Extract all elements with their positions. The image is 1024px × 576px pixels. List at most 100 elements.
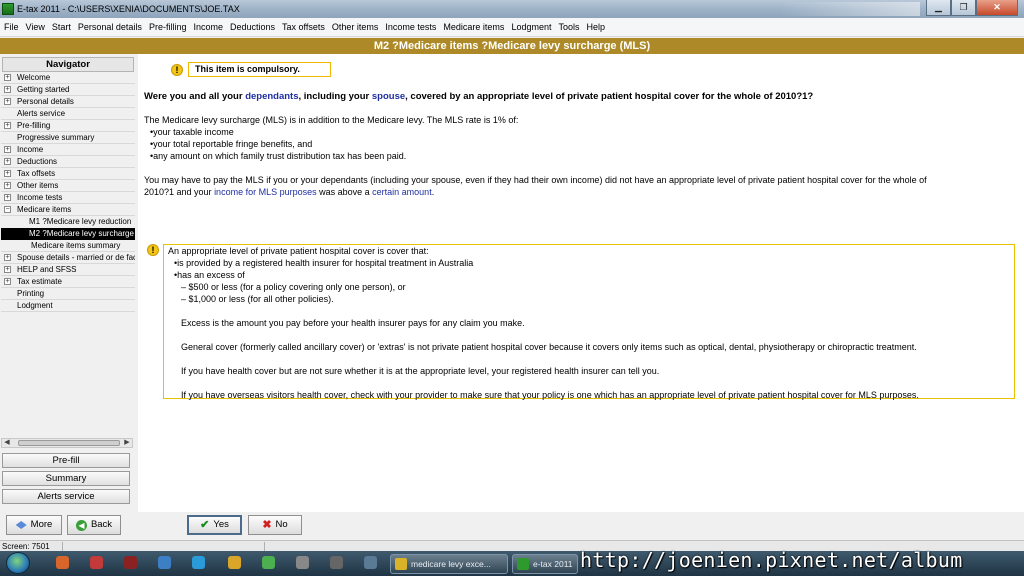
- info-excess-text: Excess is the amount you pay before your…: [181, 318, 525, 328]
- video-app-icon[interactable]: [124, 556, 137, 569]
- nav-item-progressive-summary[interactable]: Progressive summary: [1, 132, 135, 144]
- spouse-link[interactable]: spouse: [372, 91, 405, 102]
- menu-income[interactable]: Income: [193, 22, 223, 32]
- explorer-folder-icon[interactable]: [228, 556, 241, 569]
- yes-button[interactable]: ✔ Yes: [187, 515, 242, 535]
- nav-item-personal-details[interactable]: + Personal details: [1, 96, 135, 108]
- nav-item-other-items[interactable]: + Other items: [1, 180, 135, 192]
- navigator-horizontal-scrollbar[interactable]: ◀ ▶: [1, 438, 133, 448]
- window-controls: ▁ ❐ ✕: [926, 0, 1018, 16]
- expand-icon[interactable]: +: [4, 98, 11, 105]
- pre-fill-button[interactable]: Pre-fill: [2, 453, 130, 468]
- menu-other-items[interactable]: Other items: [332, 22, 379, 32]
- expand-icon[interactable]: +: [4, 194, 11, 201]
- pay-mls-line: You may have to pay the MLS if you or yo…: [144, 175, 927, 185]
- firefox-icon[interactable]: [56, 556, 69, 569]
- main-content: ! This item is compulsory. Were you and …: [138, 54, 1024, 512]
- expand-icon[interactable]: +: [4, 254, 11, 261]
- nav-item-income-tests[interactable]: + Income tests: [1, 192, 135, 204]
- dependants-link[interactable]: dependants: [245, 91, 298, 102]
- menu-income-tests[interactable]: Income tests: [385, 22, 436, 32]
- income-for-mls-purposes-link[interactable]: income for MLS purposes: [214, 187, 317, 197]
- close-button[interactable]: ✕: [976, 0, 1018, 16]
- nav-item-lodgment[interactable]: Lodgment: [1, 300, 135, 312]
- summary-button[interactable]: Summary: [2, 471, 130, 486]
- skype-icon[interactable]: [192, 556, 205, 569]
- back-button[interactable]: ◀ Back: [67, 515, 121, 535]
- document-icon: [395, 558, 407, 570]
- nav-item-label: Other items: [17, 181, 59, 190]
- nav-item-m2-medicare-levy-surcharge[interactable]: M2 ?Medicare levy surcharge: [1, 228, 135, 240]
- menu-deductions[interactable]: Deductions: [230, 22, 275, 32]
- nav-item-welcome[interactable]: + Welcome: [1, 72, 135, 84]
- info-bullet-text: is provided by a registered health insur…: [177, 258, 474, 268]
- nav-item-spouse-details[interactable]: + Spouse details - married or de facto: [1, 252, 135, 264]
- question-part: Were you and all your: [144, 91, 246, 102]
- maximize-button[interactable]: ❐: [951, 0, 976, 16]
- nav-item-tax-estimate[interactable]: + Tax estimate: [1, 276, 135, 288]
- back-label: Back: [90, 519, 113, 530]
- menu-medicare-items[interactable]: Medicare items: [443, 22, 504, 32]
- nav-item-label: Welcome: [17, 73, 51, 82]
- nav-item-medicare-items-summary[interactable]: Medicare items summary: [1, 240, 135, 252]
- menu-view[interactable]: View: [26, 22, 45, 32]
- expand-icon[interactable]: +: [4, 86, 11, 93]
- navigator-tree: + Welcome + Getting started + Personal deta…: [1, 72, 135, 312]
- info-warning-icon: !: [147, 244, 159, 256]
- menu-tax-offsets[interactable]: Tax offsets: [282, 22, 325, 32]
- media-app-icon[interactable]: [90, 556, 103, 569]
- menu-personal-details[interactable]: Personal details: [78, 22, 142, 32]
- nav-item-income[interactable]: + Income: [1, 144, 135, 156]
- expand-icon[interactable]: +: [4, 74, 11, 81]
- scroll-right-arrow-icon[interactable]: ▶: [122, 439, 132, 447]
- chrome-icon[interactable]: [262, 556, 275, 569]
- scroll-thumb[interactable]: [18, 440, 120, 446]
- minimize-button[interactable]: ▁: [926, 0, 951, 16]
- more-button[interactable]: More: [6, 515, 62, 535]
- expand-icon[interactable]: +: [4, 266, 11, 273]
- expand-icon[interactable]: +: [4, 182, 11, 189]
- nav-item-help-and-sfss[interactable]: + HELP and SFSS: [1, 264, 135, 276]
- menu-lodgment[interactable]: Lodgment: [511, 22, 551, 32]
- expand-icon[interactable]: +: [4, 170, 11, 177]
- taskbar-task-medicare-levy[interactable]: medicare levy exce...: [390, 554, 508, 574]
- internet-explorer-icon[interactable]: [158, 556, 171, 569]
- taskbar-task-etax[interactable]: e-tax 2011: [512, 554, 578, 574]
- app-icon[interactable]: [364, 556, 377, 569]
- menu-help[interactable]: Help: [586, 22, 605, 32]
- scroll-left-arrow-icon[interactable]: ◀: [2, 439, 12, 447]
- nav-item-label: M2 ?Medicare levy surcharge: [29, 229, 134, 238]
- certain-amount-link[interactable]: certain amount: [372, 187, 432, 197]
- info-bullet: •is provided by a registered health insu…: [174, 258, 474, 268]
- menu-pre-filling[interactable]: Pre-filling: [149, 22, 187, 32]
- nav-item-m1-medicare-levy-reduction[interactable]: M1 ?Medicare levy reduction: [1, 216, 135, 228]
- menu-start[interactable]: Start: [52, 22, 71, 32]
- nav-item-pre-filling[interactable]: + Pre-filling: [1, 120, 135, 132]
- nav-item-tax-offsets[interactable]: + Tax offsets: [1, 168, 135, 180]
- start-button[interactable]: [6, 552, 30, 574]
- nav-item-deductions[interactable]: + Deductions: [1, 156, 135, 168]
- app-icon[interactable]: [330, 556, 343, 569]
- expand-icon[interactable]: +: [4, 146, 11, 153]
- info-panel: ! An appropriate level of private patien…: [147, 244, 1015, 400]
- nav-item-medicare-items[interactable]: − Medicare items: [1, 204, 135, 216]
- expand-icon[interactable]: +: [4, 278, 11, 285]
- back-arrow-icon: ◀: [75, 519, 87, 531]
- nav-item-alerts-service[interactable]: Alerts service: [1, 108, 135, 120]
- no-button[interactable]: ✖ No: [248, 515, 302, 535]
- alerts-service-button[interactable]: Alerts service: [2, 489, 130, 504]
- collapse-icon[interactable]: −: [4, 206, 11, 213]
- menu-file[interactable]: File: [4, 22, 19, 32]
- nav-item-label: Pre-filling: [17, 121, 51, 130]
- bottom-button-bar: More ◀ Back ✔ Yes ✖ No: [0, 512, 1024, 540]
- etax-icon: [517, 558, 529, 570]
- question-text: Were you and all your dependants, includ…: [144, 91, 813, 102]
- menu-tools[interactable]: Tools: [558, 22, 579, 32]
- app-icon[interactable]: [296, 556, 309, 569]
- mls-intro-text: The Medicare levy surcharge (MLS) is in …: [144, 115, 519, 125]
- nav-item-printing[interactable]: Printing: [1, 288, 135, 300]
- expand-icon[interactable]: +: [4, 158, 11, 165]
- expand-icon[interactable]: +: [4, 122, 11, 129]
- pay-mls-text: 2010?1 and your: [144, 187, 215, 197]
- nav-item-getting-started[interactable]: + Getting started: [1, 84, 135, 96]
